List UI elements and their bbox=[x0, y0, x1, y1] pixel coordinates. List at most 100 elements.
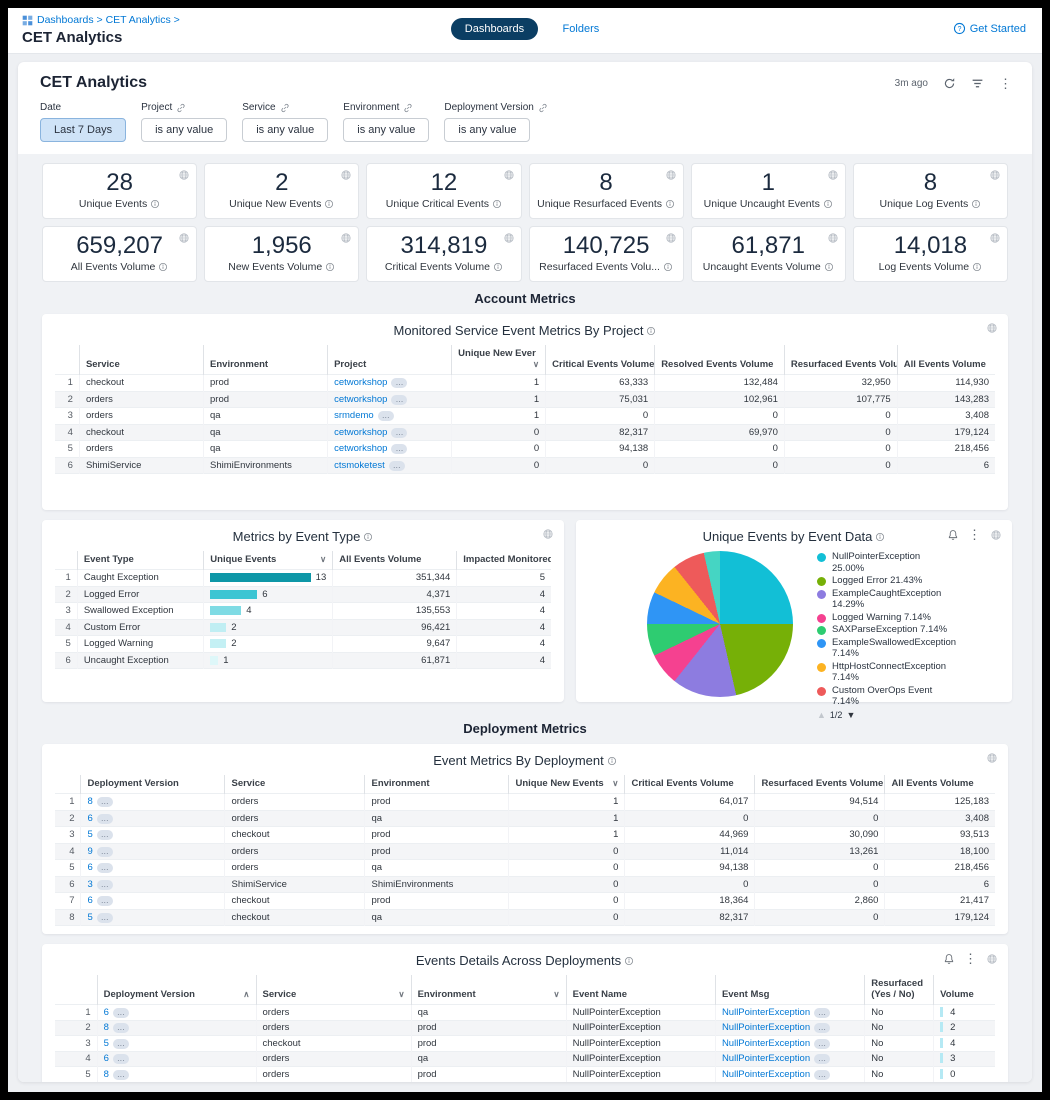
ellipsis-badge[interactable]: … bbox=[391, 395, 407, 405]
legend-item[interactable]: Logged Error 21.43% bbox=[817, 575, 999, 587]
sort-desc-icon[interactable]: ∨ bbox=[612, 778, 618, 789]
ellipsis-badge[interactable]: … bbox=[113, 1054, 129, 1064]
legend-item[interactable]: NullPointerException 25.00% bbox=[817, 551, 999, 574]
ellipsis-badge[interactable]: … bbox=[113, 1070, 129, 1080]
column-header-resurfaced-events-volume[interactable]: Resurfaced Events Volume bbox=[755, 775, 885, 794]
column-header-unique-events[interactable]: Unique Events∨ bbox=[204, 551, 333, 570]
legend-item[interactable]: ExampleCaughtException 14.29% bbox=[817, 588, 999, 611]
globe-icon[interactable] bbox=[989, 169, 1001, 181]
column-header-service[interactable]: Service bbox=[79, 345, 203, 375]
column-header-resurfaced-events-volume[interactable]: Resurfaced Events Volume bbox=[784, 345, 897, 375]
project-link[interactable]: cetworkshop bbox=[334, 394, 387, 405]
globe-icon[interactable] bbox=[986, 953, 998, 965]
column-header-environment[interactable]: Environment∨ bbox=[411, 975, 566, 1005]
project-link[interactable]: cetworkshop bbox=[334, 443, 387, 454]
sort-desc-icon[interactable]: ∨ bbox=[553, 989, 559, 1000]
ellipsis-badge[interactable]: … bbox=[391, 378, 407, 388]
deployment-version-link[interactable]: 8 bbox=[104, 1069, 109, 1080]
globe-icon[interactable] bbox=[827, 232, 839, 244]
filter-icon[interactable] bbox=[971, 77, 984, 90]
column-header-unique-new-events[interactable]: Unique New Events∨ bbox=[509, 775, 625, 794]
globe-icon[interactable] bbox=[989, 232, 1001, 244]
info-icon[interactable] bbox=[875, 532, 885, 542]
project-link[interactable]: cetworkshop bbox=[334, 377, 387, 388]
column-header-service[interactable]: Service∨ bbox=[256, 975, 411, 1005]
globe-icon[interactable] bbox=[665, 232, 677, 244]
column-header-project[interactable]: Project bbox=[328, 345, 452, 375]
ellipsis-badge[interactable]: … bbox=[814, 1054, 830, 1064]
legend-item[interactable]: HttpHostConnectException 7.14% bbox=[817, 661, 999, 684]
column-header-all-events-volume[interactable]: All Events Volume bbox=[897, 345, 995, 375]
bell-icon[interactable] bbox=[943, 953, 955, 965]
kebab-menu-icon[interactable]: ⋮ bbox=[968, 528, 981, 541]
legend-item[interactable]: SAXParseException 7.14% bbox=[817, 624, 999, 636]
kebab-menu-icon[interactable]: ⋮ bbox=[964, 952, 977, 965]
column-header-event-msg[interactable]: Event Msg bbox=[715, 975, 864, 1005]
ellipsis-badge[interactable]: … bbox=[97, 863, 113, 873]
pie-chart[interactable] bbox=[647, 551, 793, 697]
event-msg-link[interactable]: NullPointerException bbox=[722, 1069, 810, 1080]
globe-icon[interactable] bbox=[827, 169, 839, 181]
legend-page-down-icon[interactable]: ▼ bbox=[846, 710, 855, 720]
legend-item[interactable]: ExampleSwallowedException 7.14% bbox=[817, 637, 999, 660]
info-icon[interactable] bbox=[823, 199, 833, 209]
project-link[interactable]: cetworkshop bbox=[334, 427, 387, 438]
ellipsis-badge[interactable]: … bbox=[378, 411, 394, 421]
bell-icon[interactable] bbox=[947, 529, 959, 541]
filter-value-button[interactable]: is any value bbox=[141, 118, 227, 142]
deployment-version-link[interactable]: 8 bbox=[104, 1022, 109, 1033]
deployment-version-link[interactable]: 6 bbox=[87, 862, 92, 873]
deployment-version-link[interactable]: 5 bbox=[87, 829, 92, 840]
ellipsis-badge[interactable]: … bbox=[391, 428, 407, 438]
info-icon[interactable] bbox=[665, 199, 675, 209]
sort-desc-icon[interactable]: ∨ bbox=[320, 554, 326, 565]
info-icon[interactable] bbox=[325, 262, 335, 272]
globe-icon[interactable] bbox=[990, 529, 1002, 541]
column-header-deployment-version[interactable]: Deployment Version bbox=[81, 775, 225, 794]
globe-icon[interactable] bbox=[340, 232, 352, 244]
column-header-event-name[interactable]: Event Name bbox=[566, 975, 715, 1005]
info-icon[interactable] bbox=[646, 326, 656, 336]
column-header-volume[interactable]: Volume bbox=[934, 975, 995, 1005]
tab-dashboards[interactable]: Dashboards bbox=[451, 18, 538, 40]
kebab-menu-icon[interactable]: ⋮ bbox=[999, 77, 1012, 90]
column-header-event-type[interactable]: Event Type bbox=[77, 551, 203, 570]
ellipsis-badge[interactable]: … bbox=[814, 1023, 830, 1033]
project-link[interactable]: srmdemo bbox=[334, 410, 374, 421]
column-header-deployment-version[interactable]: Deployment Version∧ bbox=[97, 975, 256, 1005]
event-msg-link[interactable]: NullPointerException bbox=[722, 1022, 810, 1033]
column-header-resurfaced[interactable]: Resurfaced(Yes / No) bbox=[865, 975, 934, 1005]
deployment-version-link[interactable]: 6 bbox=[87, 813, 92, 824]
ellipsis-badge[interactable]: … bbox=[97, 797, 113, 807]
column-header-environment[interactable]: Environment bbox=[204, 345, 328, 375]
tab-folders[interactable]: Folders bbox=[563, 23, 600, 35]
column-header-resolved-events-volume[interactable]: Resolved Events Volume bbox=[655, 345, 785, 375]
event-msg-link[interactable]: NullPointerException bbox=[722, 1007, 810, 1018]
filter-value-button[interactable]: is any value bbox=[343, 118, 429, 142]
ellipsis-badge[interactable]: … bbox=[113, 1039, 129, 1049]
info-icon[interactable] bbox=[324, 199, 334, 209]
globe-icon[interactable] bbox=[542, 528, 554, 540]
project-link[interactable]: ctsmoketest bbox=[334, 460, 385, 471]
sort-desc-icon[interactable]: ∨ bbox=[398, 989, 404, 1000]
column-header-service[interactable]: Service bbox=[225, 775, 365, 794]
ellipsis-badge[interactable]: … bbox=[97, 830, 113, 840]
ellipsis-badge[interactable]: … bbox=[113, 1023, 129, 1033]
sort-desc-icon[interactable]: ∨ bbox=[533, 359, 539, 370]
globe-icon[interactable] bbox=[503, 169, 515, 181]
info-icon[interactable] bbox=[624, 956, 634, 966]
info-icon[interactable] bbox=[663, 262, 673, 272]
column-header-impacted-monitored-services[interactable]: Impacted Monitored Services bbox=[457, 551, 551, 570]
ellipsis-badge[interactable]: … bbox=[97, 913, 113, 923]
globe-icon[interactable] bbox=[986, 322, 998, 334]
info-icon[interactable] bbox=[971, 199, 981, 209]
filter-value-button[interactable]: is any value bbox=[444, 118, 530, 142]
get-started-link[interactable]: Get Started bbox=[953, 22, 1026, 35]
info-icon[interactable] bbox=[607, 756, 617, 766]
deployment-version-link[interactable]: 9 bbox=[87, 846, 92, 857]
deployment-version-link[interactable]: 3 bbox=[87, 879, 92, 890]
ellipsis-badge[interactable]: … bbox=[97, 814, 113, 824]
ellipsis-badge[interactable]: … bbox=[389, 461, 405, 471]
ellipsis-badge[interactable]: … bbox=[391, 444, 407, 454]
column-header-all-events-volume[interactable]: All Events Volume bbox=[333, 551, 457, 570]
